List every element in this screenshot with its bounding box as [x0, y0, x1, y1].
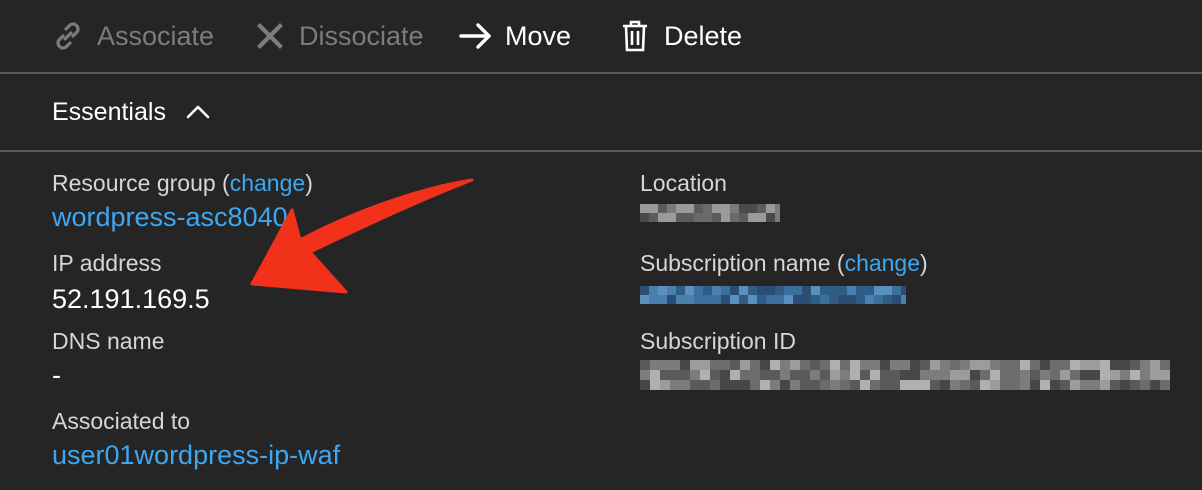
annotation-arrow — [250, 178, 474, 294]
